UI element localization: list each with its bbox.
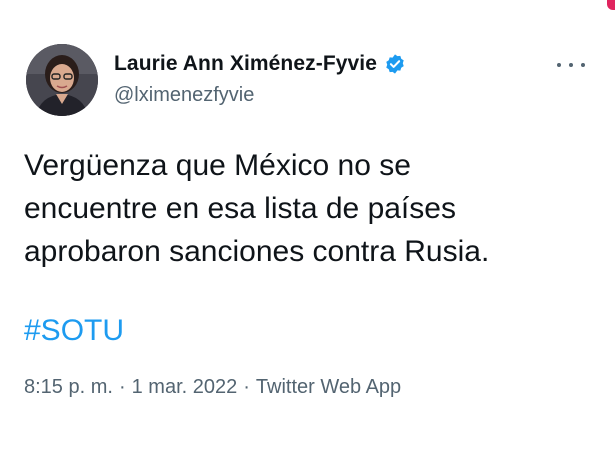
tweet-source[interactable]: Twitter Web App [256, 376, 401, 398]
more-dot [581, 63, 585, 67]
tweet-metadata: 8:15 p. m. · 1 mar. 2022 · Twitter Web App [24, 376, 401, 399]
tweet-card: Laurie Ann Ximénez-Fyvie @lximenezfyvie … [0, 0, 615, 457]
avatar[interactable] [26, 44, 98, 116]
meta-separator: · [118, 376, 126, 398]
tweet-text-line: encuentre en esa lista de países [24, 192, 456, 225]
more-options-icon[interactable] [557, 58, 585, 72]
tweet-text: Vergüenza que México no se encuentre en … [24, 144, 594, 273]
hashtag-link[interactable]: #SOTU [24, 311, 124, 351]
more-dot [557, 63, 561, 67]
tweet-time[interactable]: 8:15 p. m. [24, 376, 113, 398]
tweet-date[interactable]: 1 mar. 2022 [132, 376, 238, 398]
tweet-text-line: Vergüenza que México no se [24, 149, 411, 182]
author-name-row: Laurie Ann Ximénez-Fyvie [114, 52, 406, 76]
verified-badge-icon [384, 53, 406, 75]
tweet-text-line: aprobaron sanciones contra Rusia. [24, 235, 490, 268]
avatar-image [26, 44, 98, 116]
meta-separator: · [243, 376, 250, 398]
more-dot [569, 63, 573, 67]
author-handle[interactable]: @lximenezfyvie [114, 84, 254, 107]
author-display-name[interactable]: Laurie Ann Ximénez-Fyvie [114, 52, 377, 76]
corner-mark [607, 0, 615, 10]
